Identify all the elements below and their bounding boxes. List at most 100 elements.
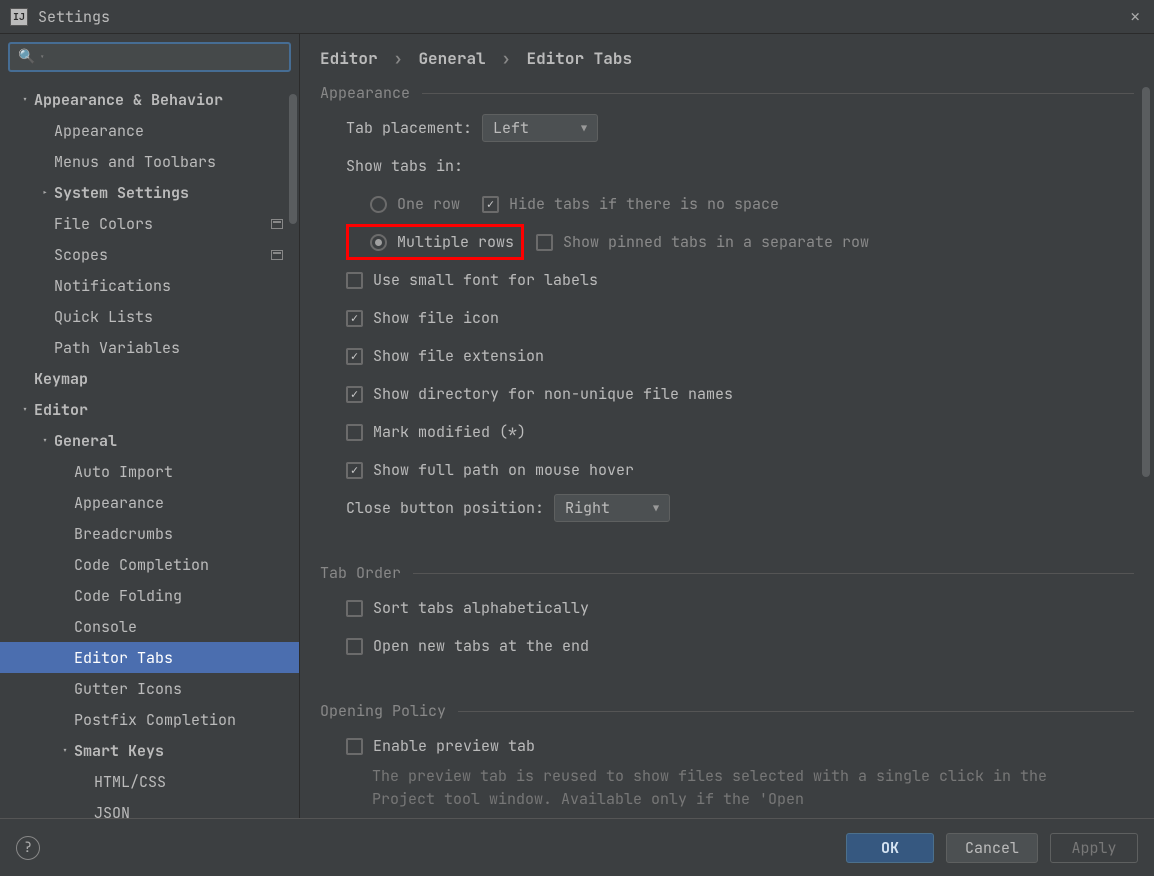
scope-indicator-icon: [271, 250, 283, 260]
chevron-down-icon[interactable]: ▾: [18, 403, 32, 416]
sidebar-item[interactable]: Code Completion: [0, 549, 299, 580]
sidebar-item[interactable]: Postfix Completion: [0, 704, 299, 735]
small-font-checkbox[interactable]: [346, 272, 363, 289]
sidebar-item-label: Scopes: [54, 245, 108, 265]
sidebar-item[interactable]: ▾Editor: [0, 394, 299, 425]
sidebar-item[interactable]: Breadcrumbs: [0, 518, 299, 549]
show-dir-checkbox[interactable]: ✓: [346, 386, 363, 403]
arrow-placeholder: [58, 496, 72, 509]
app-icon: IJ: [10, 8, 28, 26]
chevron-down-icon[interactable]: ▾: [38, 434, 52, 447]
sidebar-item-label: Quick Lists: [54, 307, 153, 327]
content-scrollbar[interactable]: [1142, 87, 1150, 477]
chevron-down-icon[interactable]: ▾: [58, 744, 72, 757]
sidebar-item-label: Editor: [34, 400, 88, 420]
sidebar-item[interactable]: Editor Tabs: [0, 642, 299, 673]
sidebar-item[interactable]: ▸System Settings: [0, 177, 299, 208]
arrow-placeholder: [58, 465, 72, 478]
sidebar-item[interactable]: ▾Smart Keys: [0, 735, 299, 766]
sidebar-item[interactable]: ▾Appearance & Behavior: [0, 84, 299, 115]
arrow-placeholder: [58, 558, 72, 571]
chevron-right-icon[interactable]: ▸: [38, 186, 52, 199]
sidebar-item[interactable]: ▾General: [0, 425, 299, 456]
breadcrumb-item[interactable]: Editor: [320, 48, 378, 69]
sidebar-item[interactable]: Keymap: [0, 363, 299, 394]
sidebar-item[interactable]: Scopes: [0, 239, 299, 270]
chevron-down-icon[interactable]: ▾: [18, 93, 32, 106]
breadcrumb: Editor › General › Editor Tabs: [300, 34, 1154, 79]
close-btn-pos-select[interactable]: Right ▼: [554, 494, 670, 522]
arrow-placeholder: [58, 682, 72, 695]
arrow-placeholder: [58, 589, 72, 602]
sidebar-item-label: Appearance: [74, 493, 164, 513]
small-font-label: Use small font for labels: [373, 270, 598, 290]
show-dir-label: Show directory for non-unique file names: [373, 384, 733, 404]
section-title: Appearance: [320, 83, 410, 103]
multiple-rows-radio[interactable]: [370, 234, 387, 251]
mark-modified-checkbox[interactable]: [346, 424, 363, 441]
help-button[interactable]: ?: [16, 836, 40, 860]
pinned-separate-label: Show pinned tabs in a separate row: [563, 232, 869, 252]
apply-button[interactable]: Apply: [1050, 833, 1138, 863]
sidebar-item[interactable]: Auto Import: [0, 456, 299, 487]
search-field[interactable]: [49, 48, 281, 66]
enable-preview-checkbox[interactable]: [346, 738, 363, 755]
one-row-label: One row: [397, 194, 460, 214]
sort-alpha-checkbox[interactable]: [346, 600, 363, 617]
sidebar-item[interactable]: Gutter Icons: [0, 673, 299, 704]
sidebar-item[interactable]: Code Folding: [0, 580, 299, 611]
sidebar-item[interactable]: Appearance: [0, 487, 299, 518]
sidebar-item-label: File Colors: [54, 214, 153, 234]
scope-indicator-icon: [271, 219, 283, 229]
divider: [413, 573, 1134, 574]
chevron-down-icon: ▼: [653, 502, 659, 515]
sidebar-item-label: Code Completion: [74, 555, 209, 575]
sort-alpha-label: Sort tabs alphabetically: [373, 598, 589, 618]
search-icon: 🔍: [18, 48, 35, 66]
tab-placement-select[interactable]: Left ▼: [482, 114, 598, 142]
sidebar-item-label: Auto Import: [74, 462, 173, 482]
search-input[interactable]: 🔍 ▾: [8, 42, 291, 72]
breadcrumb-item[interactable]: Editor Tabs: [526, 48, 632, 69]
sidebar-item-label: Smart Keys: [74, 741, 164, 761]
sidebar-item[interactable]: Quick Lists: [0, 301, 299, 332]
sidebar-item[interactable]: Console: [0, 611, 299, 642]
one-row-radio[interactable]: [370, 196, 387, 213]
tab-placement-label: Tab placement:: [346, 118, 472, 138]
mark-modified-label: Mark modified (*): [373, 422, 526, 442]
sidebar-item[interactable]: Notifications: [0, 270, 299, 301]
sidebar-item[interactable]: Appearance: [0, 115, 299, 146]
arrow-placeholder: [18, 372, 32, 385]
arrow-placeholder: [38, 248, 52, 261]
divider: [422, 93, 1134, 94]
hide-tabs-checkbox[interactable]: ✓: [482, 196, 499, 213]
show-file-ext-checkbox[interactable]: ✓: [346, 348, 363, 365]
open-at-end-checkbox[interactable]: [346, 638, 363, 655]
pinned-separate-checkbox[interactable]: [536, 234, 553, 251]
cancel-button[interactable]: Cancel: [946, 833, 1038, 863]
show-file-icon-checkbox[interactable]: ✓: [346, 310, 363, 327]
enable-preview-label: Enable preview tab: [373, 736, 535, 756]
show-tabs-in-label: Show tabs in:: [346, 156, 463, 176]
close-icon[interactable]: ✕: [1126, 2, 1144, 31]
arrow-placeholder: [38, 217, 52, 230]
sidebar-scrollbar[interactable]: [289, 94, 297, 224]
sidebar-item-label: JSON: [94, 803, 130, 819]
sidebar-item[interactable]: HTML/CSS: [0, 766, 299, 797]
breadcrumb-item[interactable]: General: [418, 48, 485, 69]
arrow-placeholder: [38, 124, 52, 137]
content-pane: Editor › General › Editor Tabs Appearanc…: [300, 34, 1154, 818]
sidebar-item[interactable]: Path Variables: [0, 332, 299, 363]
settings-tree[interactable]: ▾Appearance & Behavior Appearance Menus …: [0, 80, 299, 818]
sidebar-item[interactable]: Menus and Toolbars: [0, 146, 299, 177]
chevron-down-icon: ▾: [39, 51, 44, 63]
ok-button[interactable]: OK: [846, 833, 934, 863]
sidebar-item[interactable]: JSON: [0, 797, 299, 818]
show-full-path-checkbox[interactable]: ✓: [346, 462, 363, 479]
section-title: Opening Policy: [320, 701, 446, 721]
sidebar-item[interactable]: File Colors: [0, 208, 299, 239]
chevron-down-icon: ▼: [581, 122, 587, 135]
select-value: Right: [565, 498, 610, 518]
sidebar-item-label: Postfix Completion: [74, 710, 236, 730]
titlebar: IJ Settings ✕: [0, 0, 1154, 34]
